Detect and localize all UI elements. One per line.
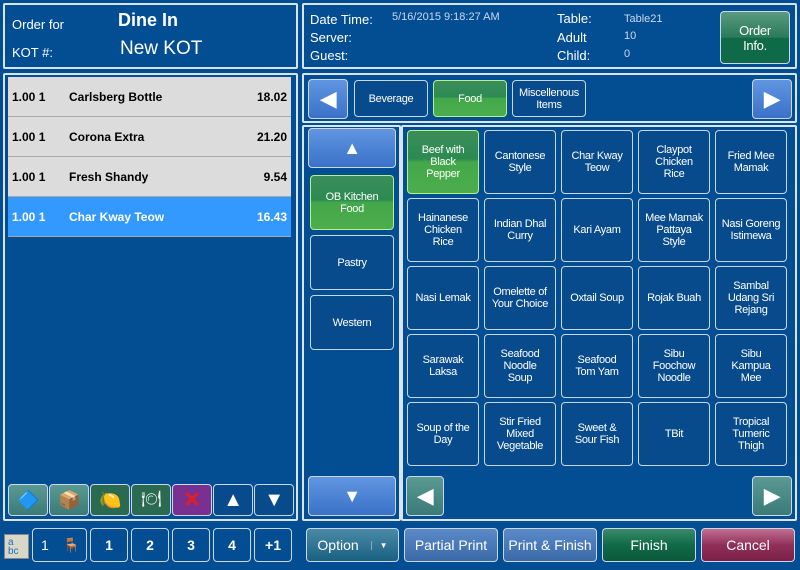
lime-icon[interactable]: 🍋 — [90, 484, 130, 516]
menu-item-button[interactable]: Sarawak Laksa — [407, 334, 479, 398]
menu-item-button[interactable]: Char Kway Teow — [561, 130, 633, 194]
subcategory-down-button[interactable]: ▼ — [308, 476, 396, 516]
delete-item-icon[interactable]: ✕ — [172, 484, 212, 516]
option-label: Option — [317, 537, 359, 553]
menu-item-button[interactable]: Nasi Lemak — [407, 266, 479, 330]
item-qty: 1.00 1 — [12, 169, 46, 184]
order-item-row[interactable]: 1.00 1 Carlsberg Bottle 18.02 — [8, 77, 291, 117]
guest-count-button[interactable]: 3 — [172, 528, 210, 562]
chevron-down-icon: ▼ — [370, 540, 388, 550]
subcategory-button[interactable]: Western — [310, 295, 394, 350]
guest-count-button[interactable]: 4 — [213, 528, 251, 562]
partial-print-button[interactable]: Partial Print — [404, 528, 498, 562]
guest-count-button[interactable]: +1 — [254, 528, 292, 562]
group-items-icon[interactable]: 🔷 — [8, 484, 48, 516]
order-item-row[interactable]: 1.00 1 Corona Extra 21.20 — [8, 117, 291, 157]
order-for-label: Order for — [12, 17, 65, 32]
table-value: Table21 — [624, 13, 663, 25]
cancel-button[interactable]: Cancel — [701, 528, 795, 562]
menu-item-button[interactable]: Omelette of Your Choice — [484, 266, 556, 330]
print-finish-button[interactable]: Print & Finish — [503, 528, 597, 562]
menu-item-button[interactable]: Claypot Chicken Rice — [638, 130, 710, 194]
item-qty: 1.00 1 — [12, 89, 46, 104]
guest-label: Guest: — [310, 48, 349, 63]
item-price: 16.43 — [256, 209, 287, 224]
takeaway-box-icon[interactable]: 📦 — [49, 484, 89, 516]
finish-button[interactable]: Finish — [602, 528, 696, 562]
menu-item-button[interactable]: Fried Mee Mamak — [715, 130, 787, 194]
items-next-button[interactable]: ▶ — [752, 476, 792, 516]
item-price: 9.54 — [263, 169, 287, 184]
guest-count-button[interactable]: 2 — [131, 528, 169, 562]
menu-item-button[interactable]: Oxtail Soup — [561, 266, 633, 330]
menu-item-button[interactable]: Nasi Goreng Istimewa — [715, 198, 787, 262]
seat-button[interactable]: 1 🪑 — [32, 528, 87, 562]
menu-item-button[interactable]: Mee Mamak Pattaya Style — [638, 198, 710, 262]
order-type: Dine In — [118, 10, 179, 30]
order-info-button[interactable]: Order Info. — [720, 11, 790, 64]
item-name: Corona Extra — [69, 129, 145, 144]
table-label: Table: — [557, 11, 592, 26]
order-header-panel: Order for Dine In KOT #: New KOT — [3, 3, 298, 69]
child-value: 0 — [624, 48, 631, 60]
menu-item-button[interactable]: Stir Fried Mixed Vegetable — [484, 402, 556, 466]
kot-label: KOT #: — [12, 45, 53, 60]
move-up-icon[interactable]: ▲ — [213, 484, 253, 516]
subcategory-button[interactable]: Pastry — [310, 235, 394, 290]
dining-utensils-icon[interactable]: 🍽 — [131, 484, 171, 516]
category-prev-button[interactable]: ◀ — [308, 79, 348, 119]
category-next-button[interactable]: ▶ — [752, 79, 792, 119]
menu-item-button[interactable]: Sambal Udang Sri Rejang — [715, 266, 787, 330]
info-panel: Date Time: 5/16/2015 9:18:27 AM Server: … — [302, 3, 797, 69]
item-price: 18.02 — [256, 89, 287, 104]
move-down-icon[interactable]: ▼ — [254, 484, 294, 516]
keyboard-abc-icon[interactable]: a bc — [4, 534, 29, 559]
menu-item-button[interactable]: Indian Dhal Curry — [484, 198, 556, 262]
server-label: Server: — [310, 30, 352, 45]
menu-item-button[interactable]: TBit — [638, 402, 710, 466]
subcategory-up-button[interactable]: ▲ — [308, 128, 396, 168]
adult-label: Adult — [557, 30, 587, 45]
menu-item-button[interactable]: Seafood Noodle Soup — [484, 334, 556, 398]
guest-count-button[interactable]: 1 — [90, 528, 128, 562]
order-item-row[interactable]: 1.00 1 Char Kway Teow 16.43 — [8, 197, 291, 237]
item-price: 21.20 — [256, 129, 287, 144]
items-prev-button[interactable]: ◀ — [406, 476, 444, 516]
menu-item-button[interactable]: Sibu Foochow Noodle — [638, 334, 710, 398]
menu-item-button[interactable]: Cantonese Style — [484, 130, 556, 194]
datetime-value: 5/16/2015 9:18:27 AM — [392, 11, 500, 23]
category-tab[interactable]: Beverage — [354, 80, 428, 117]
menu-item-button[interactable]: Sibu Kampua Mee — [715, 334, 787, 398]
datetime-label: Date Time: — [310, 12, 373, 27]
menu-item-button[interactable]: Soup of the Day — [407, 402, 479, 466]
item-qty: 1.00 1 — [12, 129, 46, 144]
item-name: Char Kway Teow — [69, 209, 165, 224]
order-item-row[interactable]: 1.00 1 Fresh Shandy 9.54 — [8, 157, 291, 197]
menu-item-button[interactable]: Kari Ayam — [561, 198, 633, 262]
kot-value: New KOT — [120, 38, 203, 59]
menu-item-button[interactable]: Beef with Black Pepper — [407, 130, 479, 194]
menu-item-button[interactable]: Hainanese Chicken Rice — [407, 198, 479, 262]
menu-item-button[interactable]: Tropical Tumeric Thigh — [715, 402, 787, 466]
seat-number: 1 — [41, 537, 49, 553]
item-name: Fresh Shandy — [69, 169, 149, 184]
chair-icon: 🪑 — [62, 536, 81, 553]
menu-item-button[interactable]: Sweet & Sour Fish — [561, 402, 633, 466]
item-qty: 1.00 1 — [12, 209, 46, 224]
subcategory-button[interactable]: OB Kitchen Food — [310, 175, 394, 230]
category-tab[interactable]: Miscellenous Items — [512, 80, 586, 117]
menu-item-button[interactable]: Seafood Tom Yam — [561, 334, 633, 398]
child-label: Child: — [557, 48, 591, 63]
item-name: Carlsberg Bottle — [69, 89, 163, 104]
category-tab[interactable]: Food — [433, 80, 507, 117]
adult-value: 10 — [624, 30, 637, 42]
option-dropdown[interactable]: Option ▼ — [306, 528, 399, 562]
menu-item-button[interactable]: Rojak Buah — [638, 266, 710, 330]
